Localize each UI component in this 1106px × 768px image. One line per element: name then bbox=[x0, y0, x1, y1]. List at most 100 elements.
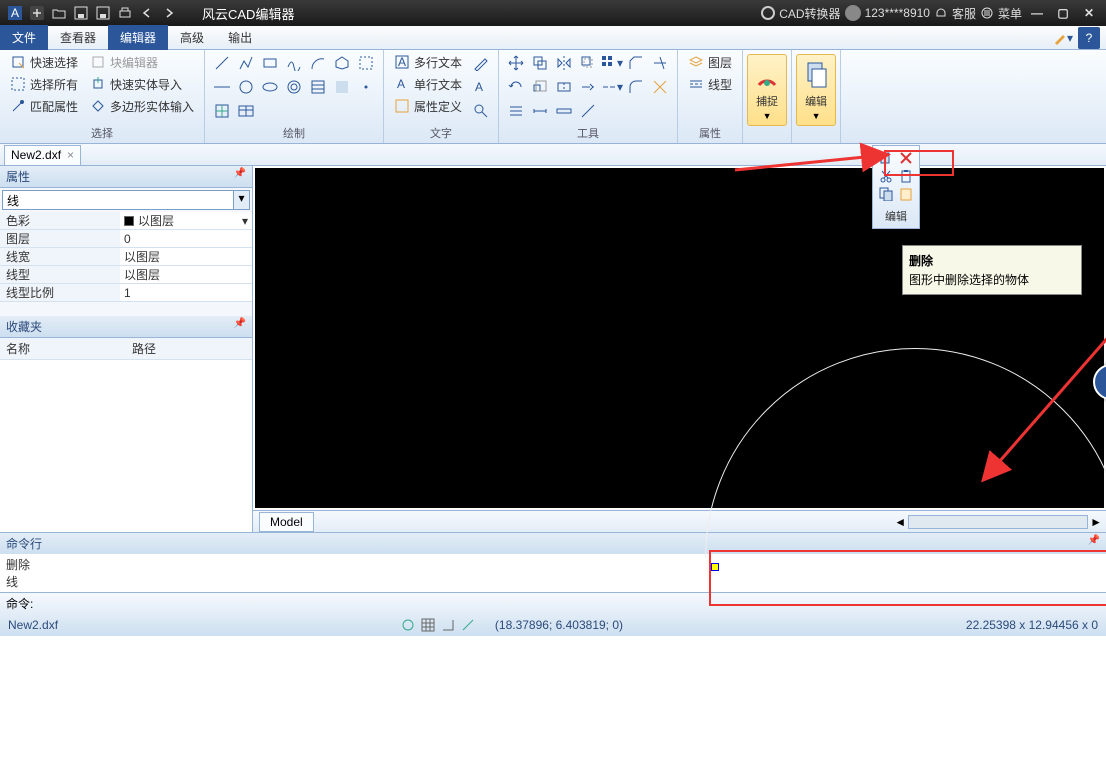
array-icon[interactable]: ▾ bbox=[601, 52, 623, 74]
colorbox-icon bbox=[124, 216, 134, 226]
svg-text:A: A bbox=[475, 80, 483, 94]
block-editor-button[interactable]: 块编辑器 bbox=[86, 52, 198, 72]
object-combo[interactable]: ▾ bbox=[2, 190, 250, 210]
dim-icon[interactable] bbox=[529, 100, 551, 122]
trim-icon[interactable] bbox=[649, 52, 671, 74]
ellipse-icon[interactable] bbox=[259, 76, 281, 98]
layer-button[interactable]: 图层 bbox=[684, 52, 736, 72]
maximize-button[interactable]: ▢ bbox=[1052, 6, 1074, 20]
status-mode-icons[interactable] bbox=[401, 618, 475, 632]
region-icon[interactable] bbox=[355, 52, 377, 74]
polygon-import-button[interactable]: 多边形实体输入 bbox=[86, 96, 198, 116]
text-style-icon[interactable]: A bbox=[470, 76, 492, 98]
menu-button[interactable]: 菜单 bbox=[980, 5, 1022, 22]
user-info[interactable]: 123****8910 bbox=[845, 5, 930, 21]
prop-value[interactable]: 以图层 bbox=[120, 248, 252, 265]
hatch-icon[interactable] bbox=[307, 76, 329, 98]
close-button[interactable]: ✕ bbox=[1078, 6, 1100, 20]
group-label-layer: 属性 bbox=[684, 123, 736, 143]
status-bar: New2.dxf (18.37896; 6.403819; 0) 22.2539… bbox=[0, 614, 1106, 636]
align-icon[interactable] bbox=[505, 100, 527, 122]
tab-advanced[interactable]: 高级 bbox=[168, 25, 216, 50]
new-icon[interactable] bbox=[28, 4, 46, 22]
move-icon[interactable] bbox=[505, 52, 527, 74]
pin-icon[interactable]: 📌 bbox=[234, 318, 246, 335]
pin-icon[interactable]: 📌 bbox=[234, 168, 246, 185]
group-select: 快速选择 选择所有 匹配属性 块编辑器 快速实体导入 多边形实体输入 选择 bbox=[0, 50, 205, 143]
extend-icon[interactable] bbox=[577, 76, 599, 98]
tab-file[interactable]: 文件 bbox=[0, 25, 48, 50]
close-tab-icon[interactable]: × bbox=[67, 148, 74, 162]
tab-viewer[interactable]: 查看器 bbox=[48, 25, 108, 50]
document-tab[interactable]: New2.dxf× bbox=[4, 145, 81, 165]
match-props-button[interactable]: 匹配属性 bbox=[6, 96, 82, 116]
style-icon[interactable]: ▾ bbox=[1052, 27, 1074, 49]
minimize-button[interactable]: — bbox=[1026, 6, 1048, 20]
help-icon[interactable]: ? bbox=[1078, 27, 1100, 49]
calc-icon[interactable] bbox=[577, 100, 599, 122]
fast-import-button[interactable]: 快速实体导入 bbox=[86, 74, 198, 94]
mtext-button[interactable]: A多行文本 bbox=[390, 52, 466, 72]
circle-icon[interactable] bbox=[235, 76, 257, 98]
undo-icon[interactable] bbox=[138, 4, 156, 22]
scale-icon[interactable] bbox=[529, 76, 551, 98]
tab-output[interactable]: 输出 bbox=[216, 25, 264, 50]
chevron-down-icon[interactable]: ▾ bbox=[233, 191, 249, 209]
table-icon[interactable] bbox=[235, 100, 257, 122]
offset-icon[interactable] bbox=[577, 52, 599, 74]
edit-button[interactable]: 编辑▼ bbox=[796, 54, 836, 126]
insert-icon[interactable] bbox=[211, 100, 233, 122]
prop-value[interactable]: 1 bbox=[120, 284, 252, 301]
group-snap: 捕捉▼ bbox=[743, 50, 792, 143]
drawing-canvas[interactable] bbox=[255, 168, 1104, 508]
linetype-button[interactable]: 线型 bbox=[684, 74, 736, 94]
polyline-icon[interactable] bbox=[235, 52, 257, 74]
tooltip-title: 删除 bbox=[909, 252, 1075, 269]
model-tab[interactable]: Model bbox=[259, 512, 314, 532]
object-input[interactable] bbox=[3, 191, 233, 209]
arc-icon[interactable] bbox=[307, 52, 329, 74]
prop-name: 线型比例 bbox=[0, 284, 120, 301]
stretch-icon[interactable] bbox=[553, 76, 575, 98]
point-icon[interactable] bbox=[355, 76, 377, 98]
prop-value[interactable]: 0 bbox=[120, 230, 252, 247]
mirror-icon[interactable] bbox=[553, 52, 575, 74]
stext-button[interactable]: A单行文本 bbox=[390, 74, 466, 94]
snap-button[interactable]: 捕捉▼ bbox=[747, 54, 787, 126]
fillet-icon[interactable] bbox=[625, 76, 647, 98]
prop-value[interactable]: 以图层 bbox=[120, 266, 252, 283]
saveas-icon[interactable] bbox=[94, 4, 112, 22]
print-icon[interactable] bbox=[116, 4, 134, 22]
line-icon[interactable] bbox=[211, 52, 233, 74]
donut-icon[interactable] bbox=[283, 76, 305, 98]
rect-icon[interactable] bbox=[259, 52, 281, 74]
tab-editor[interactable]: 编辑器 bbox=[108, 25, 168, 50]
app-title: 风云CAD编辑器 bbox=[202, 4, 294, 23]
measure-icon[interactable] bbox=[553, 100, 575, 122]
floating-button[interactable] bbox=[1093, 364, 1106, 400]
copy-icon[interactable] bbox=[529, 52, 551, 74]
open-icon[interactable] bbox=[50, 4, 68, 22]
edit-text-icon[interactable] bbox=[470, 52, 492, 74]
svg-text:A: A bbox=[11, 6, 19, 20]
redo-icon[interactable] bbox=[160, 4, 178, 22]
attdef-button[interactable]: 属性定义 bbox=[390, 96, 466, 116]
paste-special-icon[interactable] bbox=[898, 186, 914, 202]
save-icon[interactable] bbox=[72, 4, 90, 22]
quick-select-button[interactable]: 快速选择 bbox=[6, 52, 82, 72]
rotate-icon[interactable] bbox=[505, 76, 527, 98]
convert-button[interactable]: CAD转换器 bbox=[761, 5, 840, 22]
copy2-icon[interactable] bbox=[878, 186, 894, 202]
explode-icon[interactable] bbox=[649, 76, 671, 98]
spline-icon[interactable] bbox=[283, 52, 305, 74]
xline-icon[interactable] bbox=[211, 76, 233, 98]
break-icon[interactable]: ▾ bbox=[601, 76, 623, 98]
select-all-button[interactable]: 选择所有 bbox=[6, 74, 82, 94]
service-button[interactable]: 客服 bbox=[934, 5, 976, 22]
chamfer-icon[interactable] bbox=[625, 52, 647, 74]
prop-value-color[interactable]: 以图层▾ bbox=[120, 212, 252, 229]
find-text-icon[interactable] bbox=[470, 100, 492, 122]
block-icon[interactable] bbox=[331, 76, 353, 98]
polygon-icon[interactable] bbox=[331, 52, 353, 74]
favorites-header: 收藏夹📌 bbox=[0, 316, 252, 338]
